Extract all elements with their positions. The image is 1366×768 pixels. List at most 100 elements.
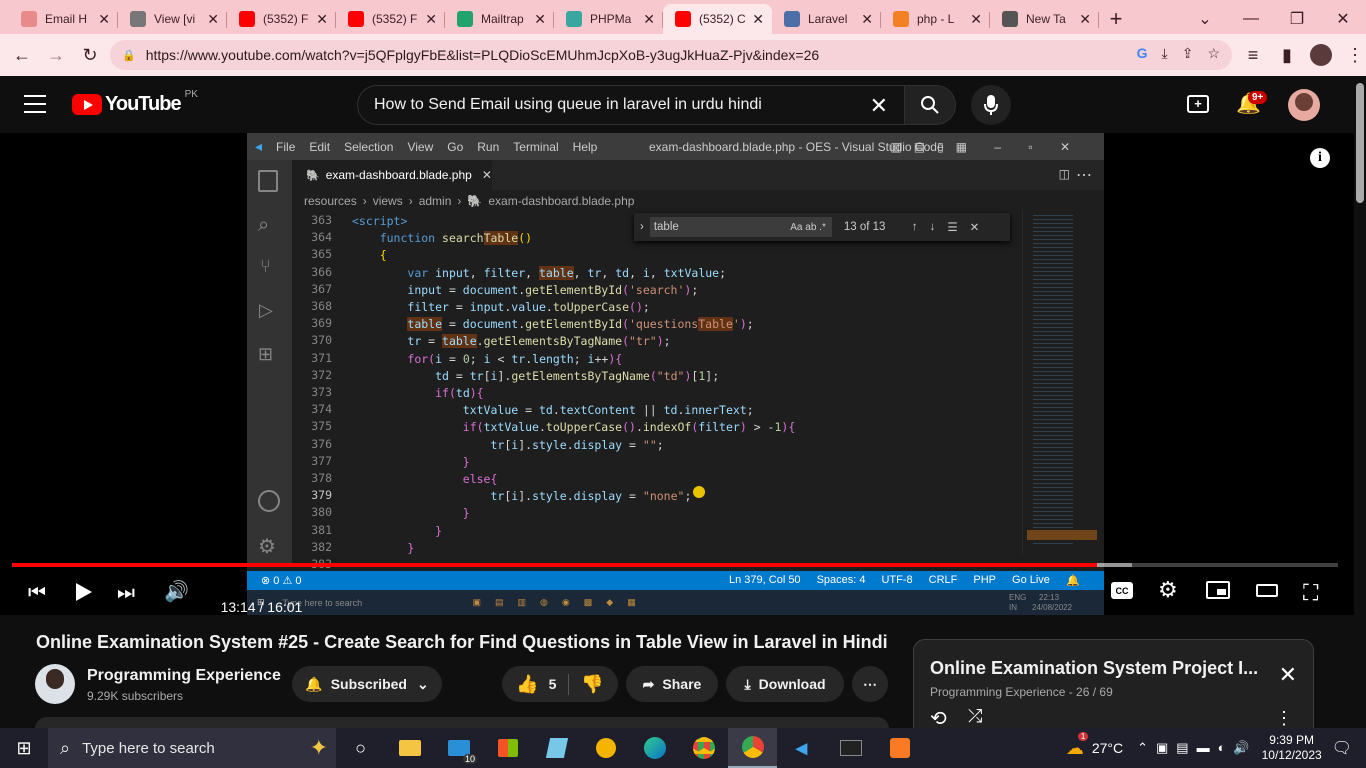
channel-avatar[interactable] [35,664,75,704]
security-app-icon[interactable] [581,728,630,768]
close-tab-icon[interactable]: ✕ [207,11,219,28]
more-actions-button[interactable]: ⋯ [852,666,888,702]
download-button[interactable]: ⤓ Download [726,666,844,702]
line-number: 372 [311,367,332,382]
line-number: 365 [311,247,332,262]
previous-video-icon[interactable]: ⏮ [28,582,46,605]
chrome-active-icon[interactable] [728,728,777,768]
file-explorer-icon[interactable] [385,728,434,768]
browser-menu-icon[interactable]: ⋮ [1338,38,1366,72]
youtube-logo-text: YouTube [105,93,182,115]
weather-widget[interactable]: ☁ 1 27°C [1066,731,1123,759]
theater-mode-icon[interactable] [1256,584,1278,597]
close-tab-icon[interactable]: ✕ [1079,11,1091,28]
scrollbar-thumb[interactable] [1356,83,1364,203]
vscode-taskbar-icon[interactable]: ◂ [777,728,826,768]
voice-search-button[interactable] [971,85,1011,125]
chrome-icon[interactable] [679,728,728,768]
browser-tab[interactable]: php - L ✕ [881,4,990,34]
lock-icon[interactable]: 🔒 [122,49,136,62]
channel-name[interactable]: Programming Experience [87,667,281,685]
close-window-button[interactable]: ✕ [1320,4,1366,34]
vscode-menu-item: File [276,139,296,154]
tab-search-chevron-icon[interactable]: ⌄ [1182,4,1228,34]
browser-tab[interactable]: Email H ✕ [9,4,118,34]
subscribed-button[interactable]: 🔔 Subscribed ⌄ [292,666,442,702]
notes-app-icon[interactable] [532,728,581,768]
playlist-more-icon[interactable]: ⋮ [1275,708,1293,729]
hamburger-menu-icon[interactable] [24,95,46,113]
shuffle-icon[interactable]: ⤮ [968,706,982,727]
close-tab-icon[interactable]: ✕ [534,11,546,28]
back-button[interactable]: ← [5,38,39,72]
next-video-icon[interactable]: ⏭ [117,582,135,605]
browser-tab[interactable]: Laravel ✕ [772,4,881,34]
browser-tab[interactable]: (5352) C ✕ [663,4,772,34]
bookmark-star-icon[interactable]: ☆ [1207,45,1220,62]
cursor-position: Ln 379, Col 50 [729,574,801,586]
browser-tab[interactable]: New Ta ✕ [990,4,1099,34]
close-tab-icon[interactable]: ✕ [98,11,110,28]
close-playlist-icon[interactable]: ✕ [1279,662,1297,688]
share-page-icon[interactable]: ⇪ [1182,45,1194,62]
store-icon[interactable] [483,728,532,768]
close-tab-icon[interactable]: ✕ [425,11,437,28]
fullscreen-icon[interactable]: ⛶ [1303,580,1318,606]
miniplayer-icon[interactable] [1206,581,1230,599]
browser-tab[interactable]: (5352) F ✕ [336,4,445,34]
video-info-icon[interactable]: i [1310,148,1330,168]
google-icon[interactable]: G [1137,45,1148,62]
video-player[interactable]: ◂ File Edit Selection View Go Run Terminal Help… [0,133,1366,615]
breadcrumb-part: resources [304,194,357,208]
like-button[interactable]: 👍 5 [516,673,570,695]
settings-gear-icon[interactable]: ⚙ [1158,577,1178,603]
search-button[interactable] [904,85,956,125]
split-editor-icon: ◫ [1058,167,1070,181]
search-input[interactable]: How to Send Email using queue in laravel… [357,85,905,125]
close-tab-icon[interactable]: ✕ [970,11,982,28]
taskbar-search-box[interactable]: ⌕ Type here to search ✦ [48,728,336,768]
account-avatar[interactable] [1288,89,1320,121]
volume-icon[interactable]: 🔊 [164,579,189,604]
windows-start-icon[interactable]: ⊞ [0,728,48,768]
dislike-button[interactable]: 👎 [581,674,603,695]
browser-tab[interactable]: PHPMa ✕ [554,4,663,34]
side-panel-icon[interactable]: ▮ [1270,38,1304,72]
forward-button[interactable]: → [39,38,73,72]
task-view-icon[interactable]: ○ [336,728,385,768]
browser-tab[interactable]: (5352) F ✕ [227,4,336,34]
terminal-icon[interactable] [826,728,875,768]
youtube-logo[interactable]: YouTube PK [72,89,198,116]
page-scrollbar[interactable] [1354,77,1366,728]
browser-tab[interactable]: Mailtrap ✕ [445,4,554,34]
new-tab-button[interactable]: + [1099,4,1133,34]
close-tab-icon[interactable]: ✕ [316,11,328,28]
address-bar[interactable]: 🔒 https://www.youtube.com/watch?v=j5QFpl… [110,40,1232,70]
youtube-play-icon [72,94,102,115]
reload-button[interactable]: ↻ [73,38,107,72]
share-button[interactable]: ➦ Share [626,666,718,702]
progress-bar[interactable] [12,563,1338,567]
media-queue-icon[interactable]: ≡ [1236,38,1270,72]
xampp-icon[interactable] [875,728,924,768]
close-tab-icon[interactable]: ✕ [643,11,655,28]
restore-button[interactable]: ❐ [1274,4,1320,34]
profile-avatar[interactable] [1304,38,1338,72]
create-video-icon[interactable]: + [1187,95,1209,113]
close-tab-icon[interactable]: ✕ [861,11,873,28]
subtitles-icon[interactable]: CC [1111,582,1133,599]
system-tray-icons[interactable]: ⌃▣▤▬◐🔊 [1137,740,1258,756]
play-button[interactable] [76,583,92,601]
browser-tab[interactable]: View [vi ✕ [118,4,227,34]
action-center-icon[interactable]: 🗨 [1332,738,1352,758]
clear-search-icon[interactable]: ✕ [870,93,888,119]
clock[interactable]: 9:39 PM 10/12/2023 [1262,733,1322,763]
close-tab-icon[interactable]: ✕ [752,11,764,28]
youtube-icon [675,11,691,27]
edge-icon[interactable] [630,728,679,768]
minimize-button[interactable]: — [1228,4,1274,34]
mail-icon[interactable]: 10 [434,728,483,768]
install-icon[interactable]: ⤓ [1162,45,1168,62]
vscode-menu-item: View [407,139,434,154]
playlist-title[interactable]: Online Examination System Project I... [930,658,1258,679]
